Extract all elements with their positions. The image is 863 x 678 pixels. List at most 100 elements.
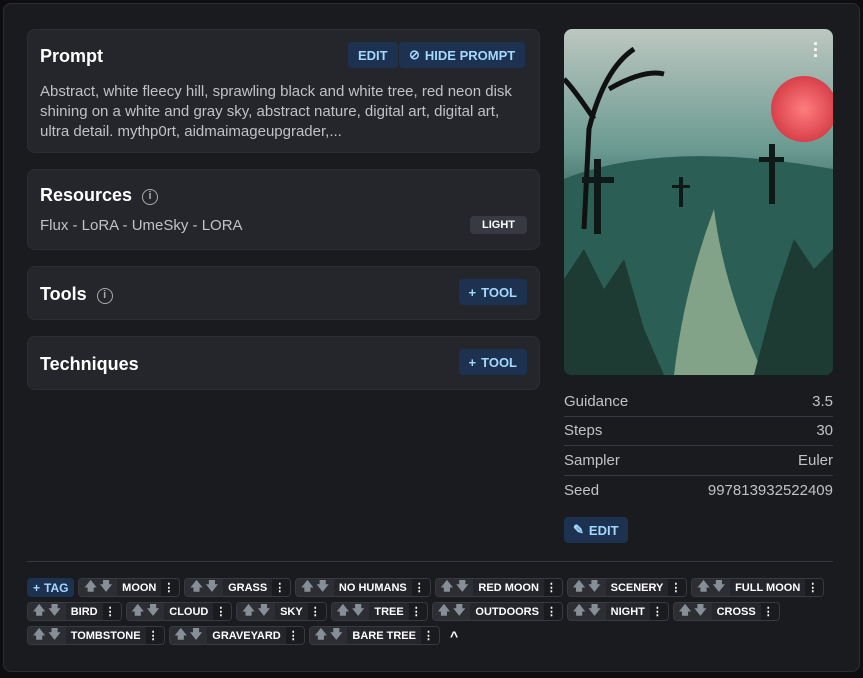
arrow-down-icon[interactable]: 🡇: [713, 579, 725, 596]
vote-buttons[interactable]: 🡅 🡇: [237, 603, 276, 620]
tag-menu-icon[interactable]: ⋮: [408, 603, 427, 620]
vote-buttons[interactable]: 🡅 🡇: [185, 579, 224, 596]
tag-chip[interactable]: 🡅 🡇 BARE TREE ⋮: [308, 626, 440, 645]
tag-chip[interactable]: 🡅 🡇 OUTDOORS ⋮: [431, 602, 563, 621]
add-tool-button[interactable]: + TOOL: [458, 279, 527, 305]
arrow-down-icon[interactable]: 🡇: [190, 627, 202, 644]
arrow-down-icon[interactable]: 🡇: [352, 603, 364, 620]
tag-menu-icon[interactable]: ⋮: [805, 579, 824, 596]
arrow-down-icon[interactable]: 🡇: [694, 603, 706, 620]
generated-image[interactable]: · · ·: [564, 29, 833, 375]
tag-chip[interactable]: 🡅 🡇 RED MOON ⋮: [434, 578, 563, 597]
info-icon[interactable]: i: [96, 288, 113, 304]
arrow-up-icon[interactable]: 🡅: [84, 579, 96, 596]
tag-label: TREE: [374, 605, 404, 618]
tag-chip[interactable]: 🡅 🡇 GRAVEYARD ⋮: [168, 626, 305, 645]
arrow-down-icon[interactable]: 🡇: [48, 603, 60, 620]
arrow-down-icon[interactable]: 🡇: [456, 579, 468, 596]
vote-buttons[interactable]: 🡅 🡇: [126, 603, 165, 620]
arrow-up-icon[interactable]: 🡅: [33, 627, 45, 644]
plus-icon: +: [33, 580, 41, 595]
more-options-icon[interactable]: · · ·: [813, 35, 819, 65]
edit-params-button[interactable]: ✎ EDIT: [564, 517, 628, 543]
tag-chip[interactable]: 🡅 🡇 TREE ⋮: [330, 602, 428, 621]
tag-menu-icon[interactable]: ⋮: [543, 579, 562, 596]
tag-menu-icon[interactable]: ⋮: [213, 603, 232, 620]
arrow-up-icon[interactable]: 🡅: [132, 603, 144, 620]
tag-menu-icon[interactable]: ⋮: [102, 603, 121, 620]
tag-menu-icon[interactable]: ⋮: [420, 627, 439, 644]
arrow-up-icon[interactable]: 🡅: [438, 603, 450, 620]
tag-menu-icon[interactable]: ⋮: [760, 603, 779, 620]
vote-buttons[interactable]: 🡅 🡇: [692, 579, 731, 596]
vote-buttons[interactable]: 🡅 🡇: [79, 579, 118, 596]
vote-buttons[interactable]: 🡅 🡇: [28, 603, 66, 620]
vote-buttons[interactable]: 🡅 🡇: [435, 579, 474, 596]
techniques-card: Techniques + TOOL: [27, 336, 540, 390]
vote-buttons[interactable]: 🡅 🡇: [28, 627, 66, 644]
arrow-down-icon[interactable]: 🡇: [317, 579, 329, 596]
arrow-up-icon[interactable]: 🡅: [175, 627, 187, 644]
tag-menu-icon[interactable]: ⋮: [285, 627, 304, 644]
info-icon[interactable]: i: [142, 189, 159, 205]
hide-prompt-button[interactable]: ⊘ HIDE PROMPT: [399, 42, 526, 68]
arrow-down-icon[interactable]: 🡇: [588, 603, 600, 620]
tools-title: Tools: [40, 284, 87, 304]
arrow-up-icon[interactable]: 🡅: [190, 579, 202, 596]
tag-menu-icon[interactable]: ⋮: [307, 603, 326, 620]
arrow-up-icon[interactable]: 🡅: [337, 603, 349, 620]
tag-menu-icon[interactable]: ⋮: [145, 627, 164, 644]
arrow-down-icon[interactable]: 🡇: [588, 579, 600, 596]
arrow-down-icon[interactable]: 🡇: [48, 627, 60, 644]
tag-chip[interactable]: 🡅 🡇 NIGHT ⋮: [566, 602, 669, 621]
edit-prompt-button[interactable]: EDIT: [348, 42, 398, 68]
arrow-up-icon[interactable]: 🡅: [573, 603, 585, 620]
tag-chip[interactable]: 🡅 🡇 SCENERY ⋮: [566, 578, 688, 597]
arrow-up-icon[interactable]: 🡅: [315, 627, 327, 644]
vote-buttons[interactable]: 🡅 🡇: [567, 579, 606, 596]
tag-menu-icon[interactable]: ⋮: [649, 603, 668, 620]
arrow-down-icon[interactable]: 🡇: [100, 579, 112, 596]
add-tag-button[interactable]: + TAG: [27, 578, 75, 597]
tag-chip[interactable]: 🡅 🡇 GRASS ⋮: [184, 578, 292, 597]
add-technique-button[interactable]: + TOOL: [458, 349, 527, 375]
tag-chip[interactable]: 🡅 🡇 CROSS ⋮: [672, 602, 780, 621]
arrow-down-icon[interactable]: 🡇: [453, 603, 465, 620]
vote-buttons[interactable]: 🡅 🡇: [567, 603, 606, 620]
tag-chip[interactable]: 🡅 🡇 BIRD ⋮: [27, 602, 122, 621]
tag-menu-icon[interactable]: ⋮: [543, 603, 562, 620]
arrow-up-icon[interactable]: 🡅: [441, 579, 453, 596]
tag-chip[interactable]: 🡅 🡇 FULL MOON ⋮: [691, 578, 825, 597]
tag-label: MOON: [122, 581, 157, 594]
plus-icon: +: [468, 284, 477, 300]
tag-menu-icon[interactable]: ⋮: [411, 579, 430, 596]
tag-chip[interactable]: 🡅 🡇 NO HUMANS ⋮: [295, 578, 431, 597]
arrow-down-icon[interactable]: 🡇: [258, 603, 270, 620]
arrow-down-icon[interactable]: 🡇: [206, 579, 218, 596]
prompt-card: Prompt EDIT ⊘ HIDE PROMPT Abstract, white…: [27, 29, 540, 153]
tag-menu-icon[interactable]: ⋮: [272, 579, 291, 596]
tag-chip[interactable]: 🡅 🡇 SKY ⋮: [236, 602, 327, 621]
vote-buttons[interactable]: 🡅 🡇: [673, 603, 712, 620]
tag-menu-icon[interactable]: ⋮: [668, 579, 687, 596]
tag-chip[interactable]: 🡅 🡇 MOON ⋮: [78, 578, 181, 597]
vote-buttons[interactable]: 🡅 🡇: [296, 579, 334, 596]
collapse-tags-icon[interactable]: ^: [450, 628, 458, 644]
arrow-up-icon[interactable]: 🡅: [697, 579, 709, 596]
vote-buttons[interactable]: 🡅 🡇: [169, 627, 208, 644]
arrow-up-icon[interactable]: 🡅: [301, 579, 313, 596]
tag-chip[interactable]: 🡅 🡇 CLOUD ⋮: [125, 602, 233, 621]
vote-buttons[interactable]: 🡅 🡇: [432, 603, 471, 620]
arrow-up-icon[interactable]: 🡅: [679, 603, 691, 620]
arrow-up-icon[interactable]: 🡅: [573, 579, 585, 596]
resource-item[interactable]: Flux - LoRA - UmeSky - LORA: [40, 217, 243, 234]
vote-buttons[interactable]: 🡅 🡇: [309, 627, 348, 644]
vote-buttons[interactable]: 🡅 🡇: [331, 603, 370, 620]
arrow-down-icon[interactable]: 🡇: [147, 603, 159, 620]
arrow-up-icon[interactable]: 🡅: [242, 603, 254, 620]
tag-chip[interactable]: 🡅 🡇 TOMBSTONE ⋮: [27, 626, 165, 645]
add-tool-label: TOOL: [481, 284, 517, 300]
arrow-down-icon[interactable]: 🡇: [330, 627, 342, 644]
tag-menu-icon[interactable]: ⋮: [161, 579, 180, 596]
arrow-up-icon[interactable]: 🡅: [33, 603, 45, 620]
